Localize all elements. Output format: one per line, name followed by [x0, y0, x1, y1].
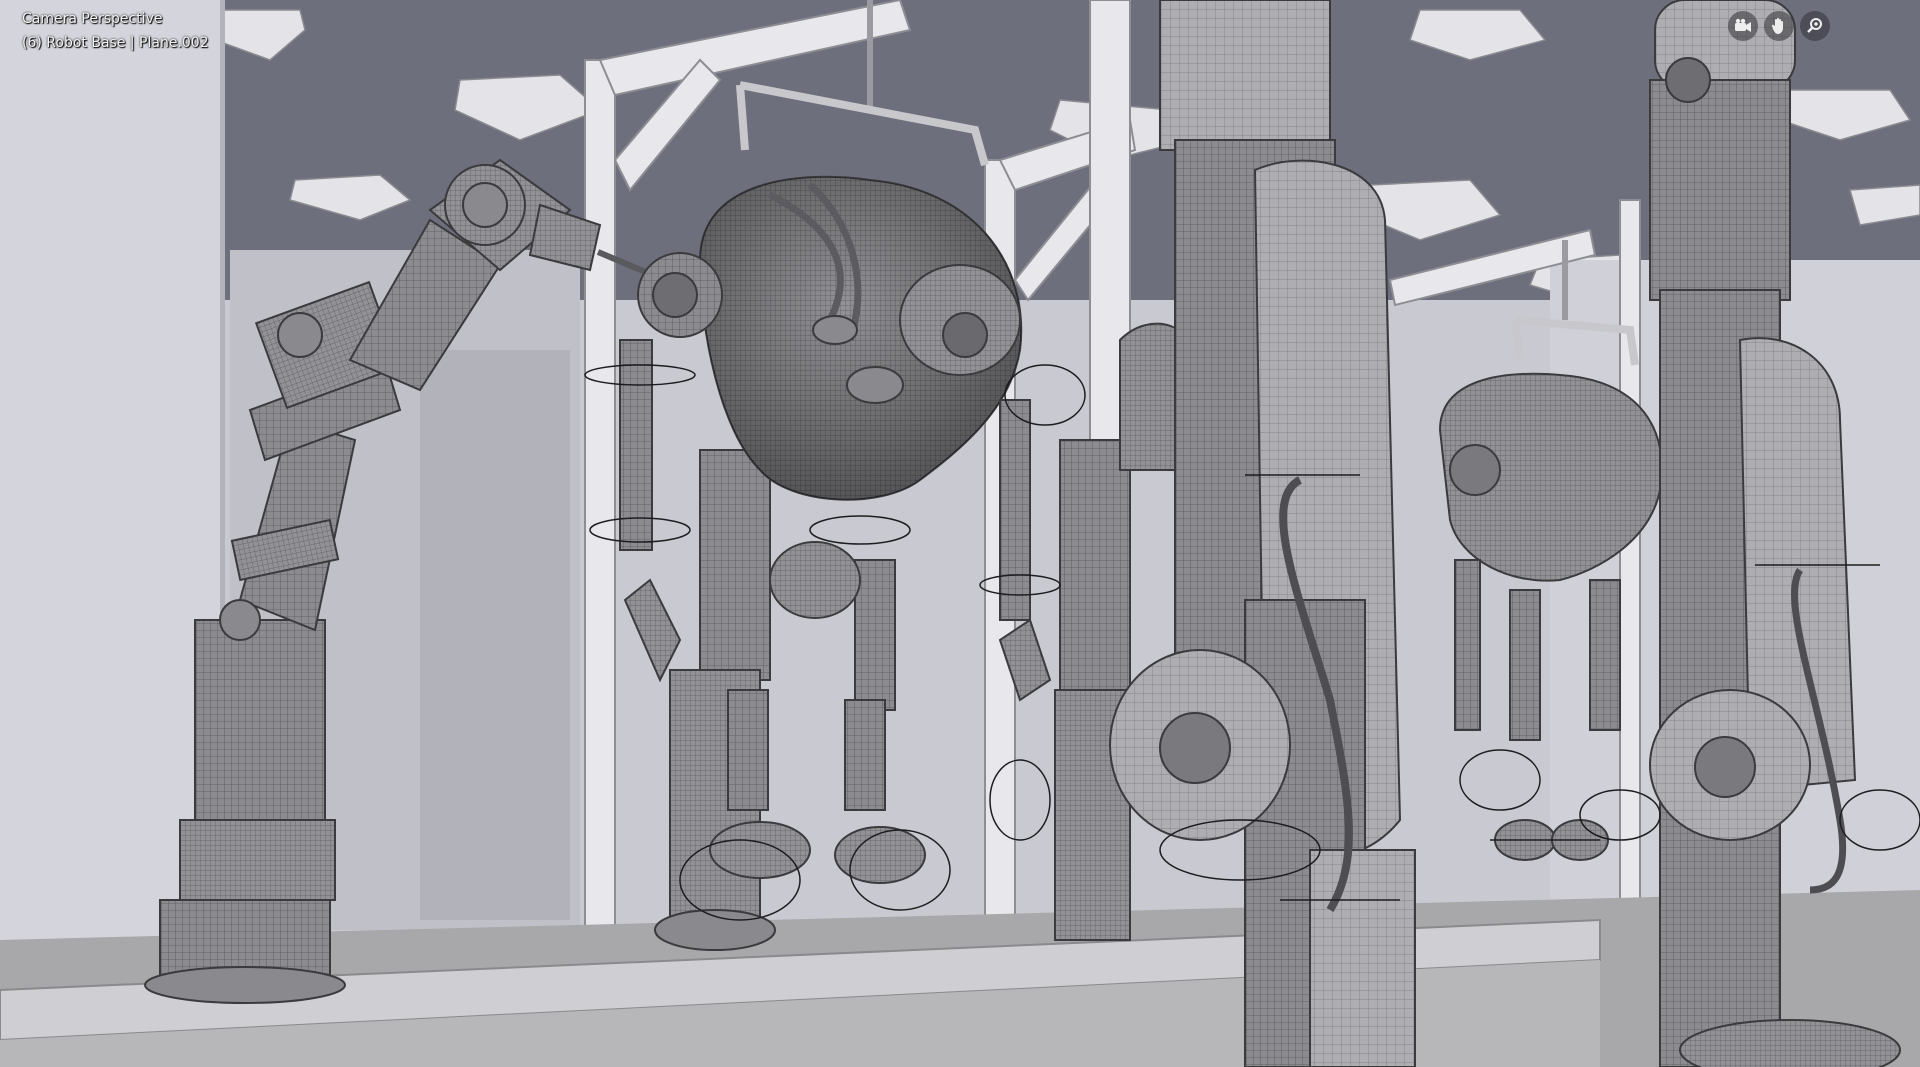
corridor-wall-inner	[420, 350, 570, 920]
navigation-gizmos	[1728, 10, 1830, 42]
3d-viewport[interactable]: Camera Perspective (6) Robot Base | Plan…	[0, 0, 1920, 1067]
camera-view-icon[interactable]	[1728, 11, 1758, 41]
viewport-view-name: Camera Perspective	[22, 11, 163, 27]
scene-render[interactable]	[0, 0, 1920, 1067]
zoom-icon[interactable]	[1800, 11, 1830, 41]
viewport-active-object: (6) Robot Base | Plane.002	[22, 35, 209, 51]
pan-hand-icon[interactable]	[1764, 11, 1794, 41]
